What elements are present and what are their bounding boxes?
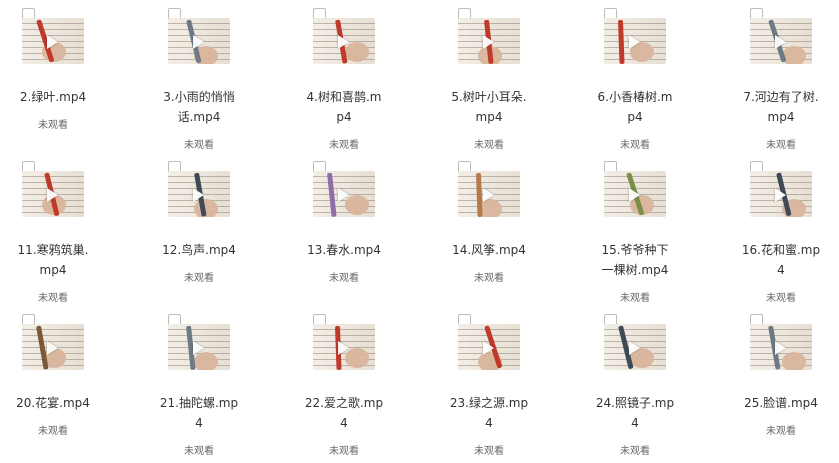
play-icon[interactable] xyxy=(629,35,640,49)
video-title[interactable]: 14.风筝.mp4 xyxy=(446,240,532,260)
play-icon[interactable] xyxy=(775,341,786,355)
video-thumbnail[interactable] xyxy=(313,324,375,370)
video-thumbnail[interactable] xyxy=(750,18,812,64)
watch-status: 未观看 xyxy=(766,426,796,437)
video-title[interactable]: 12.鸟声.mp4 xyxy=(156,240,242,260)
video-title[interactable]: 20.花宴.mp4 xyxy=(10,393,96,413)
play-icon[interactable] xyxy=(193,341,204,355)
video-title[interactable]: 24.照镜子.mp 4 xyxy=(592,393,678,433)
watch-status: 未观看 xyxy=(329,446,359,457)
video-thumbnail[interactable] xyxy=(458,324,520,370)
video-title[interactable]: 13.春水.mp4 xyxy=(301,240,387,260)
video-thumbnail[interactable] xyxy=(604,324,666,370)
play-icon[interactable] xyxy=(629,188,640,202)
watch-status: 未观看 xyxy=(620,446,650,457)
play-icon[interactable] xyxy=(47,188,58,202)
video-grid: 2.绿叶.mp4 未观看 3.小雨的悄悄 话.mp4 未观看 4.树和喜鹊.m p4 未观看 5… xyxy=(0,0,839,463)
video-title[interactable]: 22.爱之歌.mp 4 xyxy=(301,393,387,433)
video-title[interactable]: 2.绿叶.mp4 xyxy=(10,87,96,107)
play-icon[interactable] xyxy=(47,341,58,355)
video-thumbnail[interactable] xyxy=(458,18,520,64)
play-icon[interactable] xyxy=(338,35,349,49)
video-thumbnail[interactable] xyxy=(313,18,375,64)
video-thumbnail[interactable] xyxy=(168,171,230,217)
watch-status: 未观看 xyxy=(329,273,359,284)
play-icon[interactable] xyxy=(338,341,349,355)
video-title[interactable]: 16.花和蜜.mp 4 xyxy=(738,240,824,280)
watch-status: 未观看 xyxy=(620,140,650,151)
watch-status: 未观看 xyxy=(184,273,214,284)
video-thumbnail[interactable] xyxy=(168,18,230,64)
play-icon[interactable] xyxy=(775,188,786,202)
video-title[interactable]: 15.爷爷种下 一棵树.mp4 xyxy=(592,240,678,280)
watch-status: 未观看 xyxy=(766,140,796,151)
video-thumbnail[interactable] xyxy=(313,171,375,217)
watch-status: 未观看 xyxy=(184,446,214,457)
watch-status: 未观看 xyxy=(38,120,68,131)
play-icon[interactable] xyxy=(775,35,786,49)
video-thumbnail[interactable] xyxy=(604,18,666,64)
video-title[interactable]: 11.寒鸦筑巢. mp4 xyxy=(10,240,96,280)
play-icon[interactable] xyxy=(47,35,58,49)
video-title[interactable]: 3.小雨的悄悄 话.mp4 xyxy=(156,87,242,127)
watch-status: 未观看 xyxy=(766,293,796,304)
video-thumbnail[interactable] xyxy=(22,324,84,370)
play-icon[interactable] xyxy=(483,188,494,202)
video-thumbnail[interactable] xyxy=(22,171,84,217)
watch-status: 未观看 xyxy=(474,273,504,284)
video-thumbnail[interactable] xyxy=(750,324,812,370)
video-thumbnail[interactable] xyxy=(750,171,812,217)
watch-status: 未观看 xyxy=(620,293,650,304)
video-title[interactable]: 23.绿之源.mp 4 xyxy=(446,393,532,433)
video-title[interactable]: 5.树叶小耳朵. mp4 xyxy=(446,87,532,127)
play-icon[interactable] xyxy=(629,341,640,355)
video-title[interactable]: 7.河边有了树. mp4 xyxy=(738,87,824,127)
video-title[interactable]: 21.抽陀螺.mp 4 xyxy=(156,393,242,433)
watch-status: 未观看 xyxy=(474,140,504,151)
play-icon[interactable] xyxy=(193,35,204,49)
video-title[interactable]: 25.脸谱.mp4 xyxy=(738,393,824,413)
video-thumbnail[interactable] xyxy=(22,18,84,64)
play-icon[interactable] xyxy=(483,35,494,49)
watch-status: 未观看 xyxy=(38,426,68,437)
play-icon[interactable] xyxy=(193,188,204,202)
watch-status: 未观看 xyxy=(184,140,214,151)
video-thumbnail[interactable] xyxy=(604,171,666,217)
play-icon[interactable] xyxy=(338,188,349,202)
watch-status: 未观看 xyxy=(474,446,504,457)
watch-status: 未观看 xyxy=(329,140,359,151)
watch-status: 未观看 xyxy=(38,293,68,304)
video-title[interactable]: 4.树和喜鹊.m p4 xyxy=(301,87,387,127)
video-thumbnail[interactable] xyxy=(458,171,520,217)
play-icon[interactable] xyxy=(483,341,494,355)
video-thumbnail[interactable] xyxy=(168,324,230,370)
video-title[interactable]: 6.小香椿树.m p4 xyxy=(592,87,678,127)
